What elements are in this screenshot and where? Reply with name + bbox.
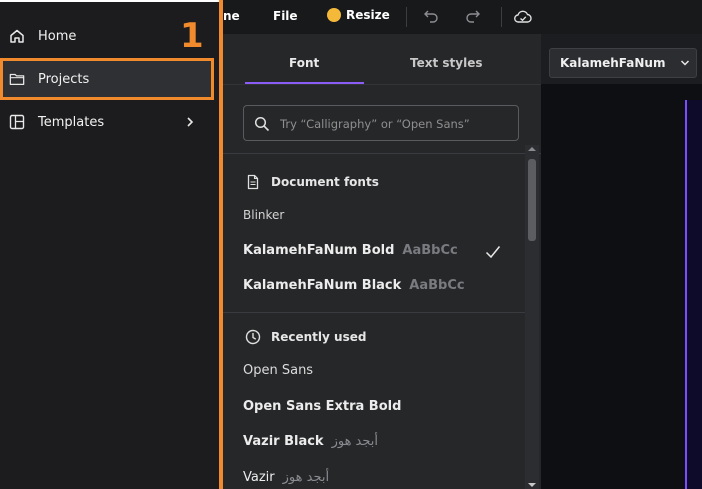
font-item-blinker[interactable]: Blinker <box>243 208 284 222</box>
context-toolbar: KalamehFaNum <box>541 34 702 84</box>
resize-label: Resize <box>346 8 390 22</box>
font-item-open-sans-extra-bold[interactable]: Open Sans Extra Bold <box>243 399 401 414</box>
tab-divider <box>223 84 541 85</box>
search-icon <box>254 116 270 132</box>
crown-icon <box>327 8 341 22</box>
resize-button[interactable]: Resize <box>327 8 390 22</box>
sidebar-item-label: Projects <box>38 71 90 87</box>
font-name: Vazir <box>243 470 275 485</box>
toolbar-divider <box>501 7 502 27</box>
section-heading-label: Recently used <box>271 330 367 344</box>
font-name: Open Sans Extra Bold <box>243 399 402 414</box>
checkmark-icon <box>485 246 501 259</box>
font-name: Vazir Black <box>243 434 324 449</box>
font-name: KalamehFaNum Bold <box>243 243 395 258</box>
top-toolbar: ne File Resize <box>223 0 702 34</box>
list-divider <box>223 153 541 154</box>
document-fonts-heading: Document fonts <box>245 174 379 190</box>
editor-canvas-area: KalamehFaNum <box>541 34 702 489</box>
clock-icon <box>245 329 261 345</box>
cloud-check-icon[interactable] <box>514 8 532 26</box>
font-panel: Font Text styles Document fonts Blinker … <box>223 34 541 489</box>
sidebar-item-label: Home <box>38 28 77 44</box>
section-divider <box>223 312 525 313</box>
home-icon <box>10 29 24 43</box>
font-item-kalamehfanum-black[interactable]: KalamehFaNum Black AaBbCc <box>243 278 465 293</box>
chevron-down-icon <box>680 60 690 66</box>
section-heading-label: Document fonts <box>271 175 379 189</box>
font-search-input[interactable] <box>278 114 512 134</box>
scroll-down-arrow[interactable] <box>528 483 536 487</box>
home-menu[interactable]: ne <box>223 9 240 23</box>
font-sample: أبجد هوز <box>282 470 330 485</box>
font-item-open-sans[interactable]: Open Sans <box>243 363 313 378</box>
design-canvas[interactable] <box>685 100 702 489</box>
font-family-dropdown[interactable]: KalamehFaNum <box>549 48 697 78</box>
font-sample: AaBbCc <box>402 243 458 258</box>
sidebar-item-projects[interactable]: Projects <box>0 58 214 100</box>
undo-icon[interactable] <box>423 8 439 24</box>
font-name: KalamehFaNum Black <box>243 278 402 293</box>
font-sample: AaBbCc <box>409 278 465 293</box>
font-item-vazir[interactable]: Vazir أبجد هوز <box>243 470 329 485</box>
templates-icon <box>9 114 25 130</box>
font-sample: أبجد هوز <box>331 434 379 449</box>
tab-text-styles[interactable]: Text styles <box>410 56 482 70</box>
sidebar-item-templates[interactable]: Templates <box>0 102 214 142</box>
font-name: Open Sans <box>243 363 314 378</box>
document-icon <box>247 174 259 190</box>
font-family-value: KalamehFaNum <box>560 56 666 70</box>
recently-used-heading: Recently used <box>245 329 366 345</box>
left-sidebar: Home Projects Templates <box>0 2 219 489</box>
active-tab-indicator <box>245 82 364 84</box>
font-search[interactable] <box>243 105 519 141</box>
sidebar-item-label: Templates <box>38 114 105 130</box>
font-item-kalamehfanum-bold[interactable]: KalamehFaNum Bold AaBbCc <box>243 243 458 258</box>
font-item-vazir-black[interactable]: Vazir Black أبجد هوز <box>243 434 378 449</box>
file-menu[interactable]: File <box>273 9 298 23</box>
font-name: Blinker <box>243 208 285 222</box>
app-window: Home Projects Templates 1 ne File Resize… <box>0 0 702 489</box>
folder-icon <box>9 73 25 85</box>
scrollbar-thumb[interactable] <box>528 159 536 241</box>
redo-icon[interactable] <box>465 8 481 24</box>
step-number-marker: 1 <box>180 16 204 56</box>
toolbar-divider <box>406 7 407 27</box>
tab-font[interactable]: Font <box>289 56 319 70</box>
chevron-right-icon[interactable] <box>184 116 196 128</box>
scroll-up-arrow[interactable] <box>528 147 536 151</box>
